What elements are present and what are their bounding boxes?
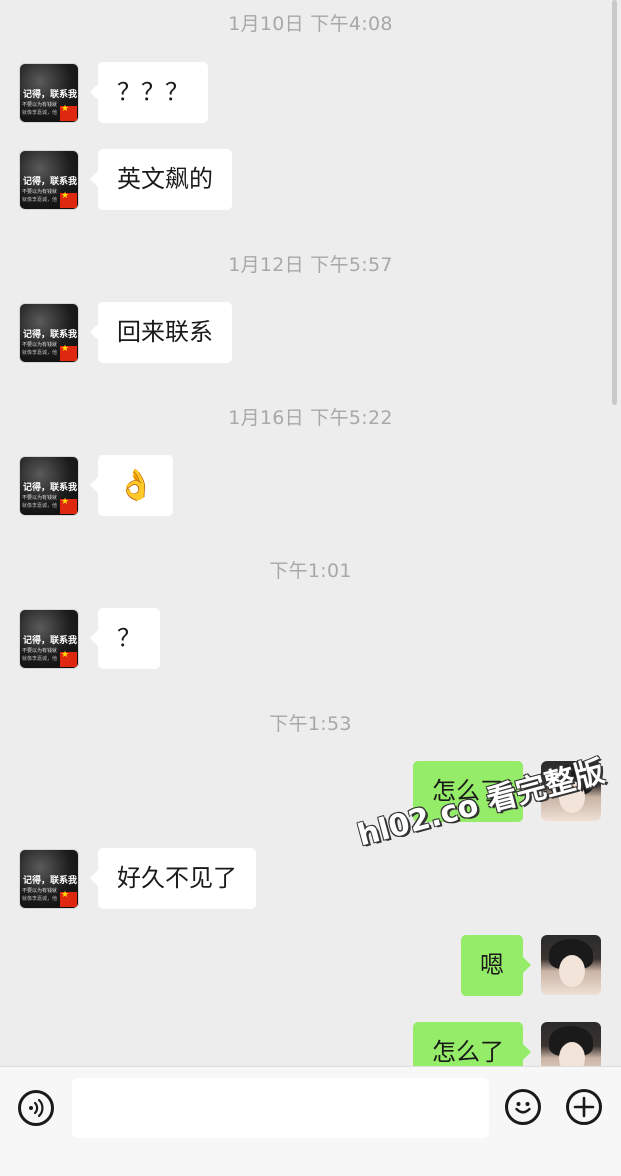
china-flag-icon <box>60 191 77 208</box>
voice-button[interactable] <box>18 1090 54 1126</box>
timestamp: 下午1:01 <box>269 560 352 582</box>
my-avatar[interactable] <box>541 1022 601 1066</box>
timestamp: 1月10日 下午4:08 <box>228 13 393 35</box>
timestamp: 1月12日 下午5:57 <box>228 254 393 276</box>
my-avatar[interactable] <box>541 935 601 995</box>
message-input[interactable] <box>72 1078 489 1138</box>
outgoing-message-bubble[interactable]: 怎么了 <box>413 1022 531 1066</box>
contact-avatar[interactable]: 记得，联系我! 不要以为有钱就 就像李嘉诚，他 <box>19 609 79 669</box>
voice-icon <box>29 1098 44 1118</box>
contact-avatar[interactable]: 记得，联系我! 不要以为有钱就 就像李嘉诚，他 <box>19 303 79 363</box>
china-flag-icon <box>60 104 77 121</box>
china-flag-icon <box>60 650 77 667</box>
input-bar <box>0 1066 621 1176</box>
china-flag-icon <box>60 890 77 907</box>
incoming-emoji-bubble[interactable]: 👌 <box>89 455 174 516</box>
emoji-icon <box>515 1102 531 1114</box>
chat-scrollbar[interactable] <box>612 0 617 405</box>
incoming-message-bubble[interactable]: ？ <box>90 608 160 669</box>
contact-avatar[interactable]: 记得，联系我! 不要以为有钱就 就像李嘉诚，他 <box>19 150 79 210</box>
contact-avatar[interactable]: 记得，联系我! 不要以为有钱就 就像李嘉诚，他 <box>19 63 79 123</box>
emoji-button[interactable] <box>505 1089 541 1125</box>
china-flag-icon <box>60 344 77 361</box>
contact-avatar[interactable]: 记得，联系我! 不要以为有钱就 就像李嘉诚，他 <box>19 456 79 516</box>
contact-avatar[interactable]: 记得，联系我! 不要以为有钱就 就像李嘉诚，他 <box>19 849 79 909</box>
outgoing-message-bubble[interactable]: 嗯 <box>461 935 531 996</box>
chat-area[interactable]: 1月10日 下午4:08 记得，联系我! 不要以为有钱就 就像李嘉诚，他 ？？？… <box>0 0 621 1066</box>
china-flag-icon <box>60 497 77 514</box>
plus-icon <box>573 1096 595 1118</box>
incoming-message-bubble[interactable]: 好久不见了 <box>90 848 256 909</box>
timestamp: 1月16日 下午5:22 <box>228 407 393 429</box>
incoming-message-bubble[interactable]: 英文飙的 <box>90 149 232 210</box>
plus-button[interactable] <box>566 1089 602 1125</box>
timestamp: 下午1:53 <box>269 713 352 735</box>
incoming-message-bubble[interactable]: ？？？ <box>90 62 208 123</box>
incoming-message-bubble[interactable]: 回来联系 <box>90 302 232 363</box>
